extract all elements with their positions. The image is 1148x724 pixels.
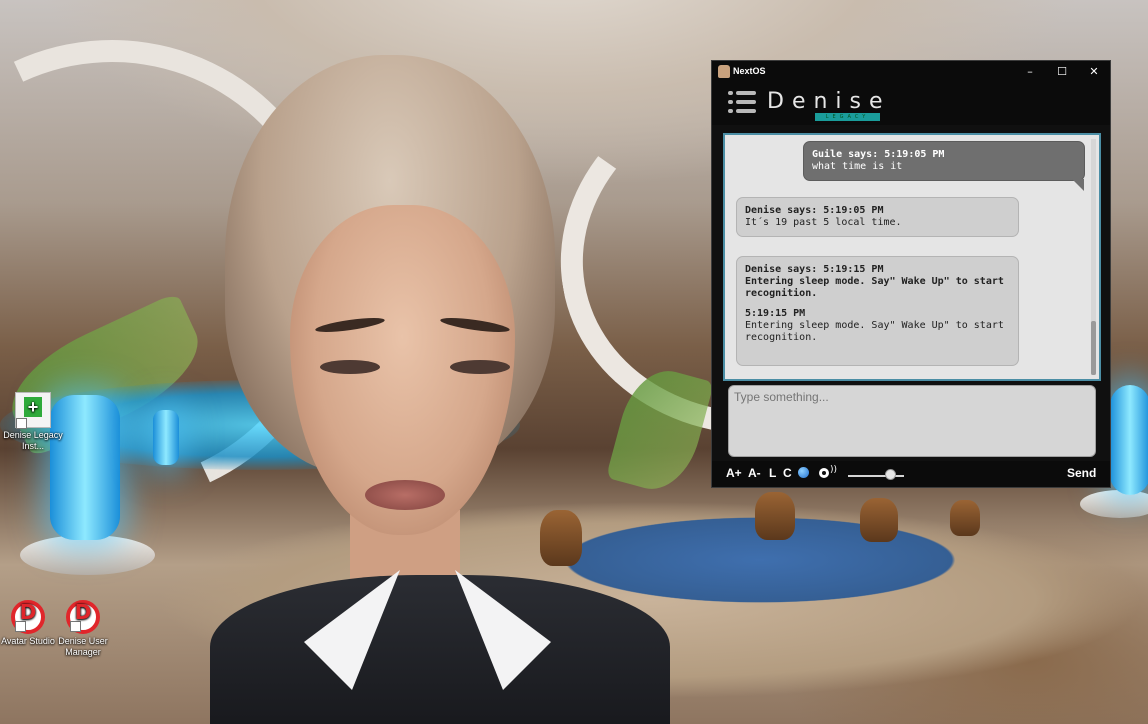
wallpaper-stool [860,498,898,542]
close-button[interactable]: ✕ [1078,61,1110,83]
avatar-character [170,55,730,724]
window-title: NextOS [733,66,766,76]
brand-logo: Denise [767,89,891,114]
status-dot-icon[interactable] [798,467,809,478]
message-text: what time is it [812,161,903,172]
font-decrease-button[interactable]: A- [748,466,761,480]
chat-message-user: Guile says: 5:19:05 PM what time is it [803,141,1085,191]
shortcut-arrow-icon [16,418,27,429]
message-header: Denise says: 5:19:05 PM [745,205,884,216]
hamburger-menu-icon[interactable] [728,91,756,113]
chat-scrollbar-thumb[interactable] [1091,321,1096,375]
message-header: Denise says: 5:19:15 PM [745,264,884,275]
chat-toolbar: A+ A- L C Send [712,461,1110,487]
wallpaper-pedestal [1080,490,1148,518]
maximize-button[interactable]: ☐ [1046,61,1078,83]
chat-log[interactable]: Guile says: 5:19:05 PM what time is it D… [723,133,1101,381]
brand-subtitle: LEGACY [815,113,880,121]
avatar-jacket [210,575,670,724]
avatar-eye [450,360,510,374]
speaker-volume-icon[interactable]: )) [819,465,837,480]
message-text: It´s 19 past 5 local time. [745,217,902,228]
desktop-icon-label: Denise User Manager [58,636,108,657]
desktop-icon-avatar-studio[interactable]: Avatar Studio [0,600,59,647]
chat-message-bot: Denise says: 5:19:05 PM It´s 19 past 5 l… [736,197,1019,237]
window-titlebar[interactable]: NextOS – ☐ ✕ [712,61,1110,83]
desktop-icon-label: Denise Legacy Inst... [3,430,63,451]
nextos-window: NextOS – ☐ ✕ Denise LEGACY Guile says: 5… [711,60,1111,488]
chat-message-bot: Denise says: 5:19:15 PM Entering sleep m… [736,256,1019,366]
message-text: Entering sleep mode. Say" Wake Up" to st… [745,320,1004,343]
l-button[interactable]: L [769,466,776,480]
c-button[interactable]: C [783,466,792,480]
denise-d-logo-icon [11,600,45,634]
wallpaper-stool [755,492,795,540]
font-increase-button[interactable]: A+ [726,466,742,480]
shortcut-arrow-icon [15,621,26,632]
shortcut-arrow-icon [70,621,81,632]
app-avatar-icon [718,65,730,78]
desktop-icon-denise-user-manager[interactable]: Denise User Manager [52,600,114,658]
message-header: Guile says: 5:19:05 PM [812,149,945,160]
wallpaper-stool [950,500,980,536]
denise-d-logo-icon [66,600,100,634]
send-button[interactable]: Send [1067,466,1096,480]
avatar-lips [365,480,445,510]
desktop-icon-denise-legacy-installer[interactable]: Denise Legacy Inst... [2,392,64,452]
message-subheader: 5:19:15 PM [745,308,806,319]
wallpaper-lamp [1110,385,1148,495]
message-bold-text: Entering sleep mode. Say" Wake Up" to st… [745,276,1004,299]
volume-slider-knob[interactable] [885,469,896,480]
installer-icon [15,392,51,429]
desktop-icon-label: Avatar Studio [1,636,55,646]
wallpaper-pedestal [20,535,155,575]
message-input[interactable] [728,385,1096,457]
app-header: Denise LEGACY [712,83,1110,125]
avatar-eye [320,360,380,374]
minimize-button[interactable]: – [1014,61,1046,83]
